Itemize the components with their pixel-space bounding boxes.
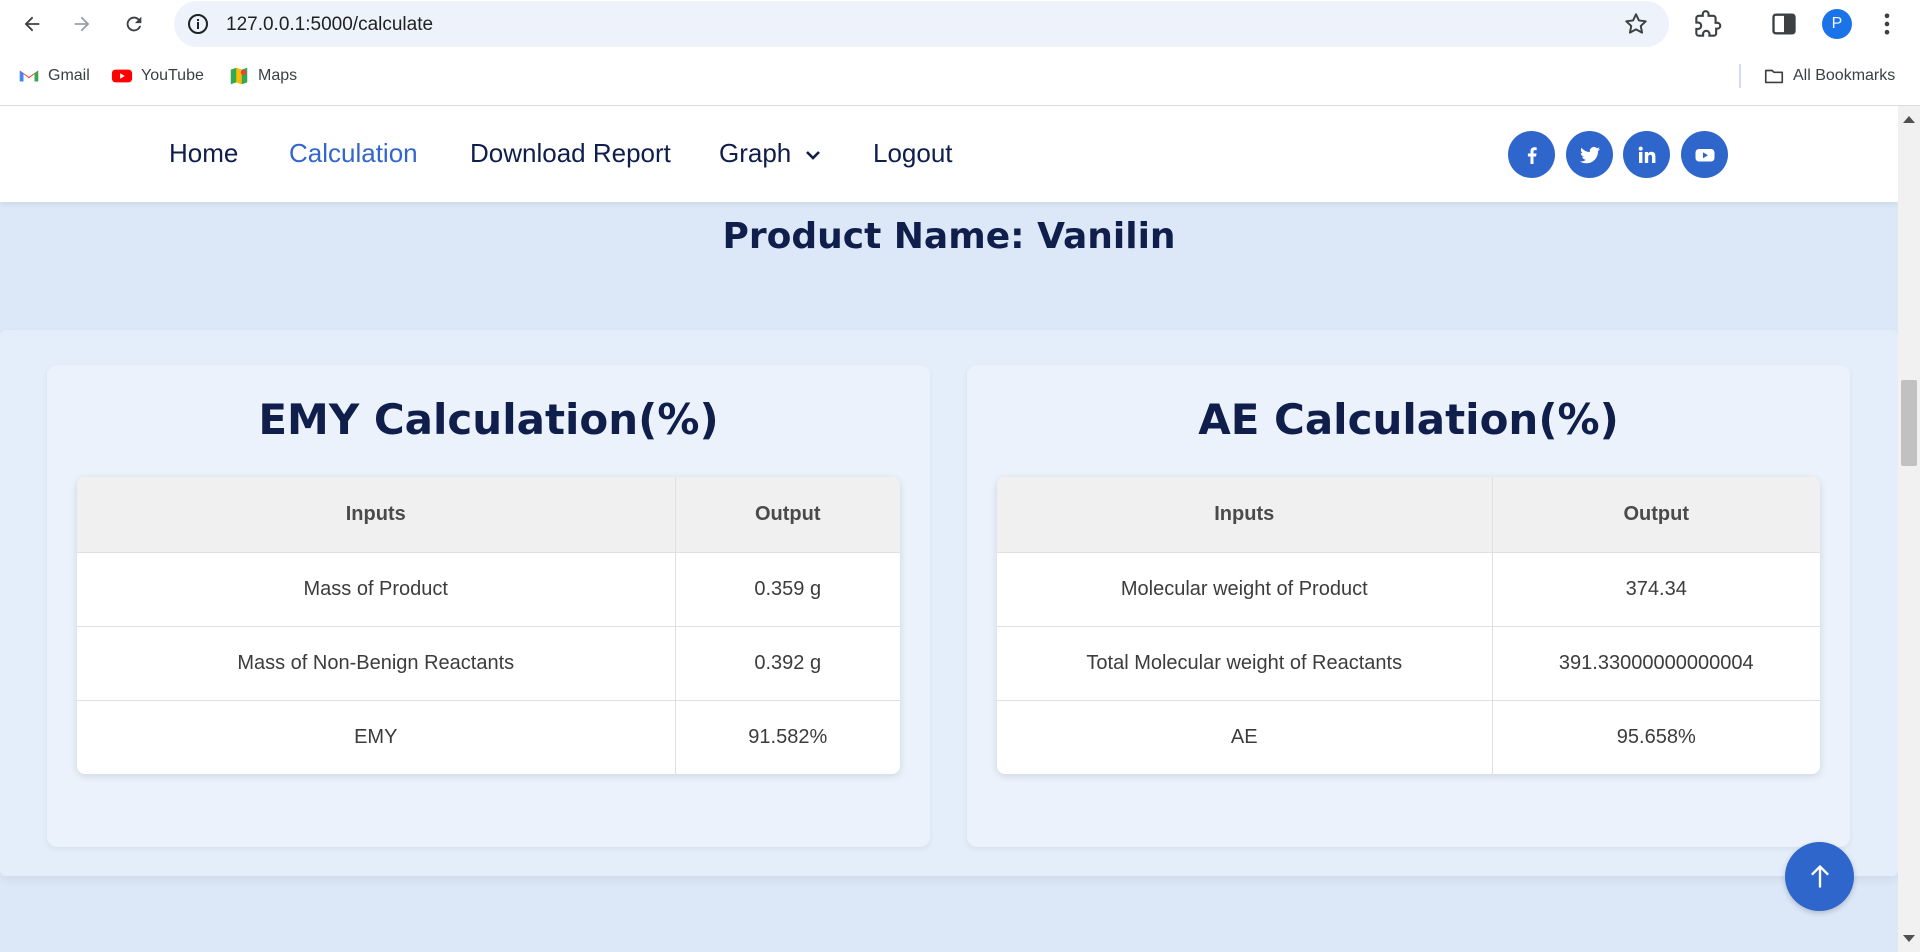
twitter-link[interactable]	[1566, 131, 1613, 178]
product-title: Product Name: Vanilin	[722, 216, 1176, 257]
forward-button[interactable]	[66, 8, 98, 40]
column-header-output: Output	[1492, 477, 1820, 552]
column-header-inputs: Inputs	[77, 477, 676, 552]
extensions-icon[interactable]	[1694, 10, 1722, 38]
input-cell: AE	[997, 699, 1493, 774]
output-cell: 374.34	[1492, 551, 1820, 626]
more-menu-icon[interactable]	[1873, 10, 1901, 38]
bookmarks-bar: Gmail YouTube Maps All Bookmarks	[0, 48, 1920, 106]
table-row: Mass of Product 0.359 g	[77, 551, 900, 626]
linkedin-icon	[1638, 146, 1655, 163]
arrow-left-icon	[24, 16, 40, 32]
bookmark-youtube[interactable]: YouTube	[111, 65, 204, 87]
input-cell: Mass of Non-Benign Reactants	[77, 625, 676, 700]
table-header-row: Inputs Output	[77, 477, 900, 552]
scroll-thumb[interactable]	[1901, 380, 1917, 466]
scroll-up-arrow[interactable]	[1903, 116, 1915, 123]
facebook-link[interactable]	[1508, 131, 1555, 178]
youtube-link[interactable]	[1681, 131, 1728, 178]
emy-title: EMY Calculation(%)	[258, 395, 719, 444]
input-cell: Total Molecular weight of Reactants	[997, 625, 1493, 700]
address-bar[interactable]: 127.0.0.1:5000/calculate	[174, 1, 1669, 47]
table-row: AE 95.658%	[997, 699, 1820, 774]
youtube-icon	[1695, 148, 1714, 161]
emy-card: EMY Calculation(%) Inputs Output Mass of…	[47, 365, 930, 847]
facebook-icon	[1527, 146, 1537, 164]
input-cell: EMY	[77, 699, 676, 774]
folder-icon	[1764, 69, 1784, 84]
maps-icon	[230, 67, 248, 85]
bookmark-star-icon[interactable]	[1623, 11, 1649, 37]
output-cell: 391.33000000000004	[1492, 625, 1820, 700]
output-cell: 95.658%	[1492, 699, 1820, 774]
bookmark-maps[interactable]: Maps	[228, 65, 297, 87]
bookmark-label: Gmail	[48, 67, 90, 84]
page-content: Home Calculation Download Report Graph L…	[0, 106, 1898, 952]
all-bookmarks[interactable]: All Bookmarks	[1763, 65, 1895, 87]
bookmark-label: YouTube	[141, 67, 204, 84]
output-cell: 0.359 g	[675, 551, 900, 626]
browser-toolbar: 127.0.0.1:5000/calculate P	[0, 0, 1920, 48]
back-button[interactable]	[16, 8, 48, 40]
nav-download-report[interactable]: Download Report	[470, 138, 671, 169]
bookmarks-separator	[1739, 64, 1741, 88]
scroll-down-arrow[interactable]	[1903, 935, 1915, 942]
reload-button[interactable]	[118, 8, 150, 40]
ae-table: Inputs Output Molecular weight of Produc…	[997, 477, 1820, 774]
profile-avatar[interactable]: P	[1822, 9, 1852, 39]
emy-table: Inputs Output Mass of Product 0.359 g Ma…	[77, 477, 900, 774]
side-panel-icon[interactable]	[1770, 10, 1798, 38]
reload-icon	[126, 16, 142, 32]
bookmark-gmail[interactable]: Gmail	[18, 65, 90, 87]
table-row: Mass of Non-Benign Reactants 0.392 g	[77, 625, 900, 700]
site-info-icon[interactable]	[186, 12, 210, 36]
linkedin-link[interactable]	[1623, 131, 1670, 178]
page-scrollbar[interactable]	[1898, 106, 1920, 952]
table-row: EMY 91.582%	[77, 699, 900, 774]
gmail-icon	[19, 70, 39, 82]
input-cell: Mass of Product	[77, 551, 676, 626]
table-row: Molecular weight of Product 374.34	[997, 551, 1820, 626]
ae-title: AE Calculation(%)	[1198, 395, 1619, 444]
youtube-icon	[111, 69, 133, 83]
nav-logout[interactable]: Logout	[873, 138, 953, 169]
table-header-row: Inputs Output	[997, 477, 1820, 552]
output-cell: 91.582%	[675, 699, 900, 774]
input-cell: Molecular weight of Product	[997, 551, 1493, 626]
nav-calculation[interactable]: Calculation	[289, 138, 418, 169]
nav-graph-label: Graph	[719, 138, 792, 168]
all-bookmarks-label: All Bookmarks	[1793, 67, 1896, 84]
back-to-top-button[interactable]	[1785, 842, 1854, 911]
ae-card: AE Calculation(%) Inputs Output Molecula…	[967, 365, 1850, 847]
url-text[interactable]: 127.0.0.1:5000/calculate	[226, 14, 433, 36]
column-header-inputs: Inputs	[997, 477, 1493, 552]
arrow-right-icon	[74, 16, 90, 32]
nav-graph[interactable]: Graph	[719, 138, 821, 169]
chevron-down-icon	[806, 151, 821, 160]
nav-home[interactable]: Home	[169, 138, 238, 169]
results-section: EMY Calculation(%) Inputs Output Mass of…	[0, 330, 1898, 876]
table-row: Total Molecular weight of Reactants 391.…	[997, 625, 1820, 700]
bookmark-label: Maps	[258, 67, 298, 84]
arrow-up-icon	[1810, 864, 1829, 887]
site-navbar: Home Calculation Download Report Graph L…	[0, 106, 1898, 202]
column-header-output: Output	[675, 477, 900, 552]
twitter-icon	[1579, 146, 1600, 163]
output-cell: 0.392 g	[675, 625, 900, 700]
